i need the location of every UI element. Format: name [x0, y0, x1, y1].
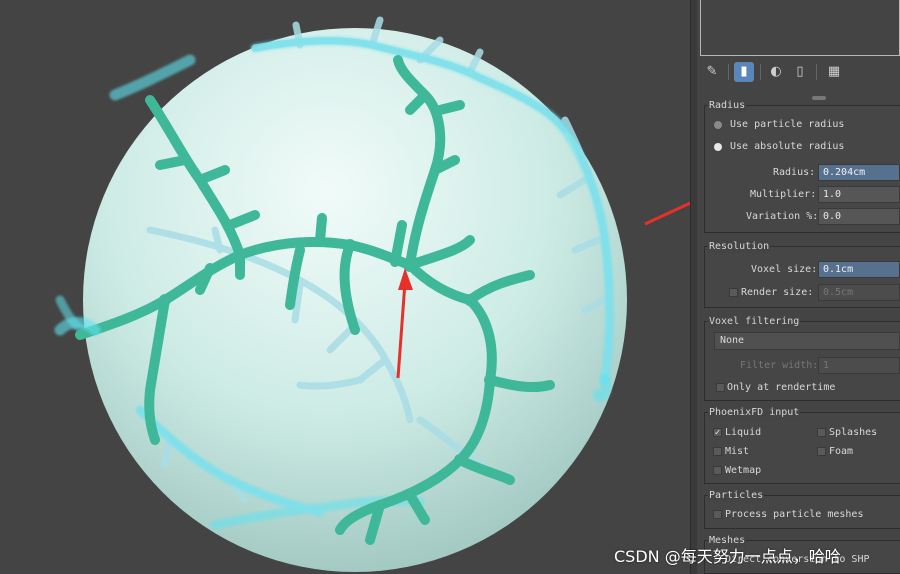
process-particle-meshes-label: Process particle meshes — [725, 509, 864, 520]
rollout-title[interactable]: Radius — [708, 100, 747, 112]
foam-checkbox[interactable] — [817, 447, 826, 456]
modifier-toolbar: ✎ ▮ ◐ ▯ ▦ — [700, 60, 900, 86]
instance-icon[interactable]: ◐ — [766, 62, 786, 82]
only-at-rendertime-label: Only at rendertime — [727, 382, 836, 393]
radius-input[interactable]: 0.204cm — [818, 164, 900, 181]
rollout-title[interactable]: Particles — [708, 490, 765, 502]
panel-scroll-handle[interactable] — [812, 96, 826, 100]
rollout-title[interactable]: Voxel filtering — [708, 316, 801, 328]
render-size-label: Render size: — [741, 287, 814, 298]
pin-icon[interactable]: ✎ — [702, 62, 722, 82]
foam-label: Foam — [829, 446, 854, 457]
render-size-checkbox[interactable] — [729, 288, 738, 297]
filter-mode-dropdown[interactable]: None — [714, 332, 900, 350]
viewport-3d[interactable] — [0, 0, 690, 574]
render-size-input[interactable]: 0.5cm — [818, 284, 900, 301]
voxel-size-label: Voxel size: — [751, 264, 818, 275]
variation-input[interactable]: 0.0 — [818, 208, 900, 225]
splashes-label: Splashes — [829, 427, 878, 438]
only-at-rendertime-checkbox[interactable] — [716, 383, 725, 392]
multiplier-input[interactable]: 1.0 — [818, 186, 900, 203]
modifier-stack-box[interactable] — [700, 0, 900, 56]
liquid-label: Liquid — [725, 427, 762, 438]
splashes-checkbox[interactable] — [817, 428, 826, 437]
filter-width-input[interactable]: 1 — [818, 357, 900, 374]
variation-label: Variation %: — [746, 211, 819, 222]
use-absolute-radius-label: Use absolute radius — [730, 141, 845, 152]
process-particle-meshes-checkbox[interactable] — [713, 510, 722, 519]
filter-width-label: Filter width: — [740, 360, 819, 371]
mist-label: Mist — [725, 446, 750, 457]
rollout-title[interactable]: Resolution — [708, 241, 771, 253]
toolbar-divider — [760, 64, 761, 80]
configure-icon[interactable]: ▦ — [824, 62, 844, 82]
modify-icon[interactable]: ▮ — [734, 62, 754, 82]
liquid-checkbox[interactable]: ✓ — [713, 428, 722, 438]
rollout-title[interactable]: PhoenixFD input — [708, 407, 801, 419]
voxel-size-input[interactable]: 0.1cm — [818, 261, 900, 278]
use-particle-radius-radio[interactable] — [714, 121, 722, 129]
mist-checkbox[interactable] — [713, 447, 722, 456]
toolbar-divider — [728, 64, 729, 80]
csdn-watermark: CSDN @每天努力一点点，哈哈 — [614, 547, 841, 566]
radius-label: Radius: — [773, 167, 816, 178]
viewport-canvas — [54, 16, 690, 572]
use-absolute-radius-radio[interactable] — [714, 143, 722, 151]
use-particle-radius-label: Use particle radius — [730, 119, 845, 130]
toolbar-divider — [816, 64, 817, 80]
wetmap-label: Wetmap — [725, 465, 762, 476]
trash-icon[interactable]: ▯ — [790, 62, 810, 82]
multiplier-label: Multiplier: — [750, 189, 817, 200]
wetmap-checkbox[interactable] — [713, 466, 722, 475]
panel-divider[interactable] — [690, 0, 697, 574]
